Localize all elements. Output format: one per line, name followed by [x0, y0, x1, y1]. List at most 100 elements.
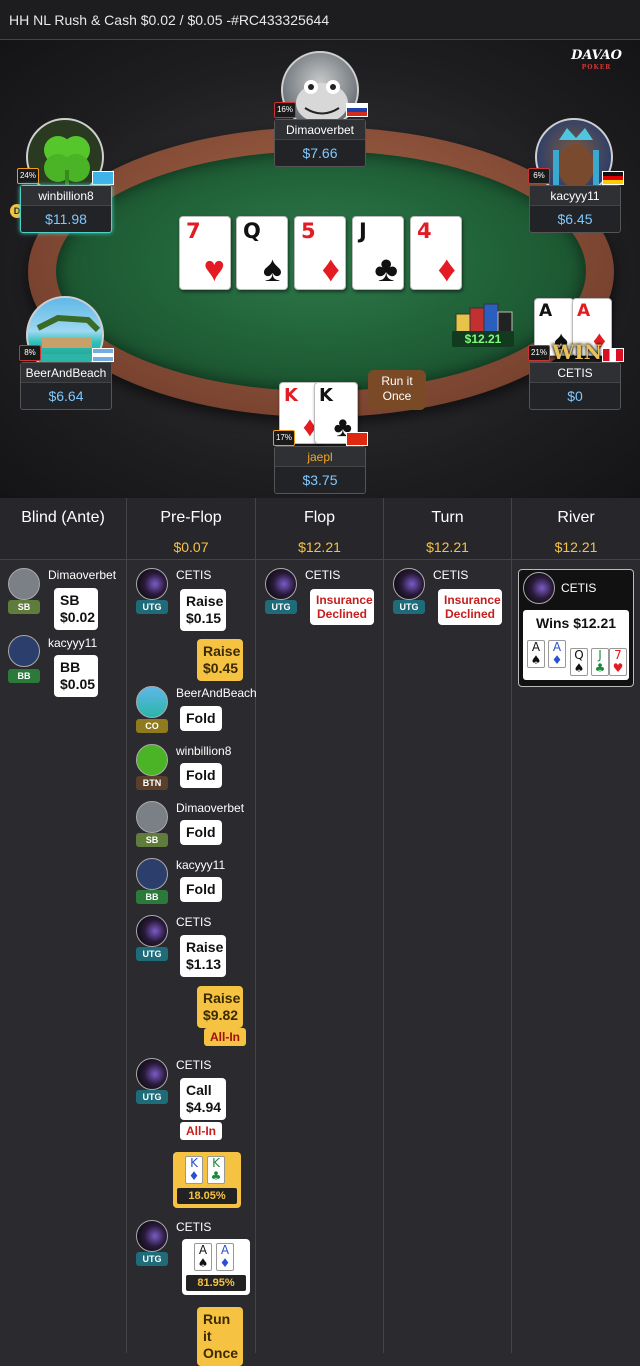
cetis-avatar-icon: [523, 572, 555, 604]
player-nameplate: Dimaoverbet $7.66: [274, 119, 366, 167]
position-badge: BTN: [136, 776, 168, 790]
cetis-avatar-icon: [393, 568, 425, 600]
card-rank: 5: [301, 219, 316, 243]
player-name: winbillion8: [21, 186, 111, 206]
column-flop: Flop $12.21 UTG CETIS Insurance Declined: [256, 498, 384, 1353]
cetis-avatar-icon: [136, 1220, 168, 1252]
column-amount: $12.21: [554, 539, 598, 555]
card-rank: J: [359, 219, 367, 243]
action-amount: $0.02: [60, 609, 96, 625]
column-title: Turn: [431, 509, 464, 526]
column-river: River $12.21 CETIS Wins $12.21 A ♠ A ♦ Q ♠ …: [512, 498, 640, 1353]
action-player-name: CETIS: [433, 568, 469, 582]
chip-stack-icon: [455, 303, 513, 333]
action-player-name: CETIS: [176, 915, 212, 929]
action-amount: $9.82: [203, 1007, 239, 1023]
vpip-percent: 21%: [528, 345, 550, 361]
club-suit-icon: ♣: [594, 661, 606, 675]
position-badge: SB: [8, 600, 40, 614]
declined-text: Declined: [444, 607, 495, 621]
cetis-avatar-icon: [136, 915, 168, 947]
action-type: Raise: [203, 643, 241, 659]
mini-card: A ♠: [194, 1243, 212, 1271]
column-title: Pre-Flop: [160, 509, 222, 526]
action-player-name: Dimaoverbet: [48, 568, 117, 582]
column-title: River: [557, 509, 595, 526]
vpip-percent: 24%: [17, 168, 39, 184]
spade-suit-icon: ♠: [262, 248, 282, 289]
action-player-name: kacyyy11: [48, 636, 98, 650]
position-badge: CO: [136, 719, 168, 733]
cetis-avatar-icon: [136, 1058, 168, 1090]
position-badge: UTG: [393, 600, 425, 614]
board-card: Q ♠: [570, 648, 588, 676]
hero-action-bubble: Raise $9.82: [197, 986, 243, 1028]
equity-value: 18.05%: [177, 1188, 237, 1204]
logo-text: DAVAO: [571, 48, 622, 63]
insurance-text: Insurance: [444, 593, 501, 607]
action-type: Raise: [186, 593, 224, 609]
pot-chips: $12.21: [452, 298, 514, 350]
diamond-suit-icon: ♦: [437, 248, 456, 289]
shark-avatar-icon: [8, 568, 40, 600]
diamond-suit-icon: ♦: [321, 248, 340, 289]
argentina-flag-icon: [92, 348, 114, 362]
club-suit-icon: ♣: [210, 1169, 222, 1183]
player-stack: $3.75: [302, 472, 338, 488]
position-badge: UTG: [136, 1252, 168, 1266]
position-badge: UTG: [136, 600, 168, 614]
board-card-2: Q ♠: [236, 216, 288, 290]
action-amount: $0.15: [186, 610, 222, 626]
player-stack: $11.98: [45, 211, 87, 227]
kazakhstan-flag-icon: [92, 171, 114, 185]
column-title: Flop: [303, 509, 336, 526]
spade-suit-icon: ♠: [573, 661, 585, 675]
card-rank: 7: [186, 219, 201, 243]
position-badge: BB: [8, 669, 40, 683]
board-card-1: 7 ♥: [179, 216, 231, 290]
winner-panel: CETIS Wins $12.21 A ♠ A ♦ Q ♠ J ♣ 7 ♥: [518, 569, 634, 687]
player-stack: $7.66: [302, 145, 338, 161]
insurance-text: Insurance: [316, 593, 373, 607]
action-amount: $0.45: [203, 660, 239, 676]
player-name: Dimaoverbet: [275, 120, 365, 140]
card-rank: Q: [243, 219, 261, 243]
vpip-percent: 6%: [528, 168, 550, 184]
position-badge: BB: [136, 890, 168, 904]
card-rank: A: [577, 301, 591, 321]
player-nameplate: BeerAndBeach $6.64: [20, 362, 112, 410]
insurance-declined-bubble: Insurance Declined: [438, 589, 502, 625]
club-suit-icon: ♣: [374, 248, 398, 289]
action-bubble: BB $0.05: [54, 655, 98, 697]
action-player-name: CETIS: [176, 568, 212, 582]
all-in-tag: All-In: [180, 1122, 222, 1140]
vpip-percent: 17%: [273, 430, 295, 446]
action-player-name: kacyyy11: [176, 858, 226, 872]
board-card: 7 ♥: [609, 648, 627, 676]
heart-suit-icon: ♥: [612, 661, 624, 675]
column-amount: $12.21: [426, 539, 469, 555]
action-bubble: Fold: [180, 877, 222, 902]
player-stack: $6.64: [48, 388, 84, 404]
insurance-declined-bubble: Insurance Declined: [310, 589, 374, 625]
column-amount: $0.07: [173, 539, 209, 555]
column-title: Blind (Ante): [21, 509, 105, 526]
equity-value: 81.95%: [186, 1275, 246, 1291]
player-name: kacyyy11: [530, 186, 620, 206]
action-bubble: Raise $1.13: [180, 935, 226, 977]
card-rank: 4: [417, 219, 432, 243]
heart-suit-icon: ♥: [203, 248, 225, 289]
player-nameplate: CETIS $0: [529, 362, 621, 410]
action-player-name: BeerAndBeach: [176, 686, 257, 700]
diamond-suit-icon: ♦: [188, 1169, 200, 1183]
action-type: SB: [60, 592, 80, 608]
player-name: BeerAndBeach: [21, 363, 111, 383]
player-name: jaepl: [275, 447, 365, 467]
card-rank: K: [319, 385, 333, 406]
column-amount: $12.21: [298, 539, 341, 555]
hero-hand-equity: K ♦ K ♣ 18.05%: [173, 1152, 241, 1208]
cetis-avatar-icon: [265, 568, 297, 600]
mini-card: K ♣: [207, 1156, 225, 1184]
hong-kong-flag-icon: [346, 432, 368, 446]
vpip-percent: 16%: [274, 102, 296, 118]
